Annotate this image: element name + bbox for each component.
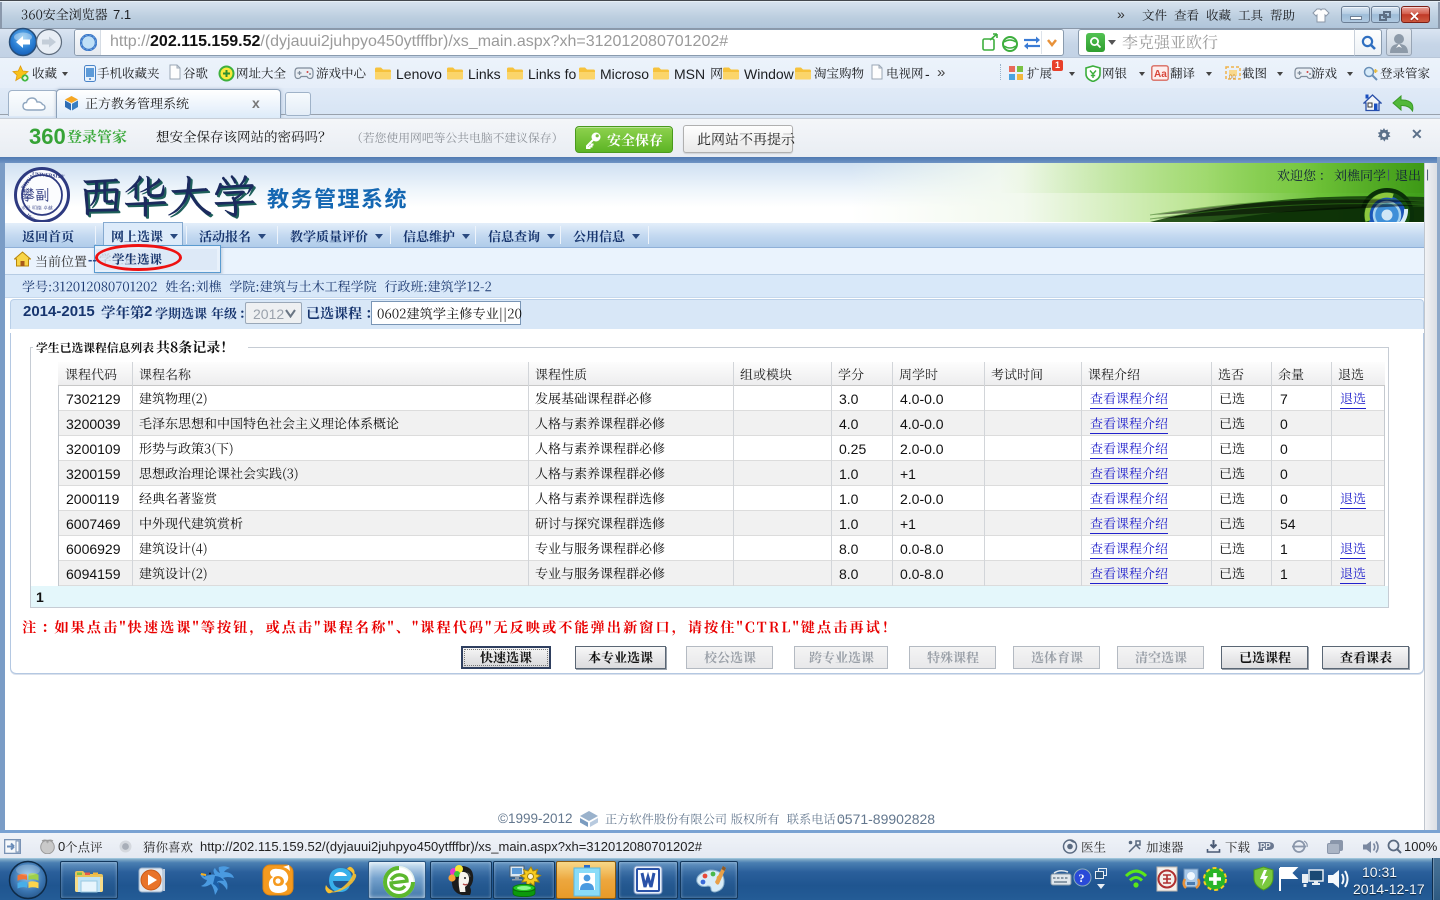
svg-text:PP: PP — [1260, 842, 1271, 851]
svg-text:Aa: Aa — [1154, 69, 1167, 80]
svg-text:00: 00 — [1229, 75, 1236, 81]
svg-text:?: ? — [1079, 871, 1085, 885]
